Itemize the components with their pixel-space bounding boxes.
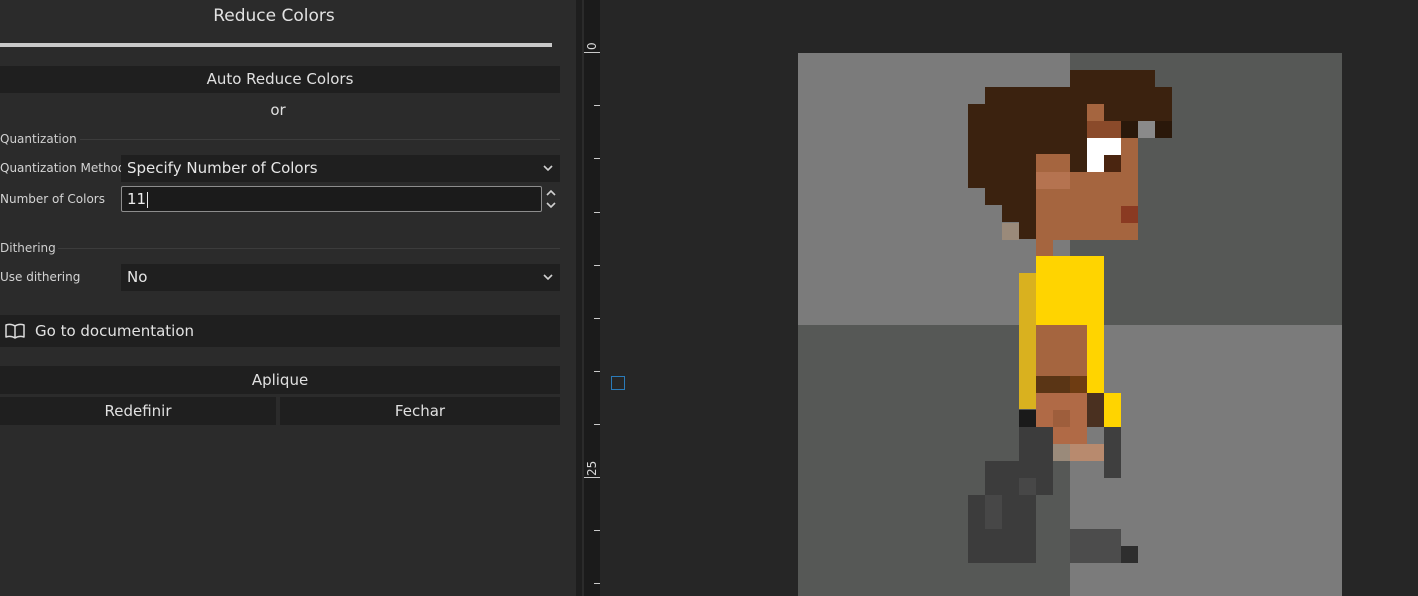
guide-marker[interactable] [611, 376, 625, 390]
ruler-label-0: 0 [585, 42, 599, 50]
progress-bar [0, 43, 552, 47]
auto-reduce-colors-button[interactable]: Auto Reduce Colors [0, 66, 560, 93]
chevron-up-icon [546, 189, 556, 196]
spin-down-button[interactable] [544, 199, 558, 211]
use-dithering-select[interactable]: No [121, 264, 560, 291]
dithering-section-label: Dithering [0, 241, 56, 255]
chevron-down-icon [546, 202, 556, 209]
chevron-down-icon [542, 264, 554, 301]
ruler-tick [584, 477, 600, 478]
panel-splitter[interactable] [576, 0, 582, 596]
spin-up-button[interactable] [544, 187, 558, 199]
reset-button[interactable]: Redefinir [0, 397, 276, 425]
use-dithering-value: No [127, 268, 148, 286]
quantization-method-select[interactable]: Specify Number of Colors [121, 155, 560, 182]
reduce-colors-panel: Reduce Colors Auto Reduce Colors or Quan… [0, 0, 576, 596]
quantization-method-value: Specify Number of Colors [127, 159, 318, 177]
close-button[interactable]: Fechar [280, 397, 560, 425]
ruler-tick [584, 52, 600, 53]
quantization-divider [80, 139, 560, 140]
go-to-documentation-button[interactable]: Go to documentation [0, 315, 560, 347]
apply-button[interactable]: Aplique [0, 366, 560, 394]
or-label: or [270, 101, 286, 119]
book-icon [5, 323, 25, 339]
use-dithering-label: Use dithering [0, 270, 81, 284]
number-of-colors-input[interactable]: 11 [121, 186, 542, 212]
text-caret [147, 191, 149, 208]
quantization-section-label: Quantization [0, 132, 77, 146]
sprite-canvas[interactable] [798, 53, 1342, 596]
dithering-divider [58, 248, 560, 249]
ruler-label-25: 25 [585, 460, 599, 476]
documentation-label: Go to documentation [35, 322, 195, 340]
panel-title: Reduce Colors [213, 6, 335, 26]
quantization-method-label: Quantization Method [0, 161, 126, 175]
vertical-ruler: 0 25 [584, 0, 600, 596]
number-of-colors-label: Number of Colors [0, 192, 105, 206]
number-of-colors-value: 11 [127, 190, 147, 208]
